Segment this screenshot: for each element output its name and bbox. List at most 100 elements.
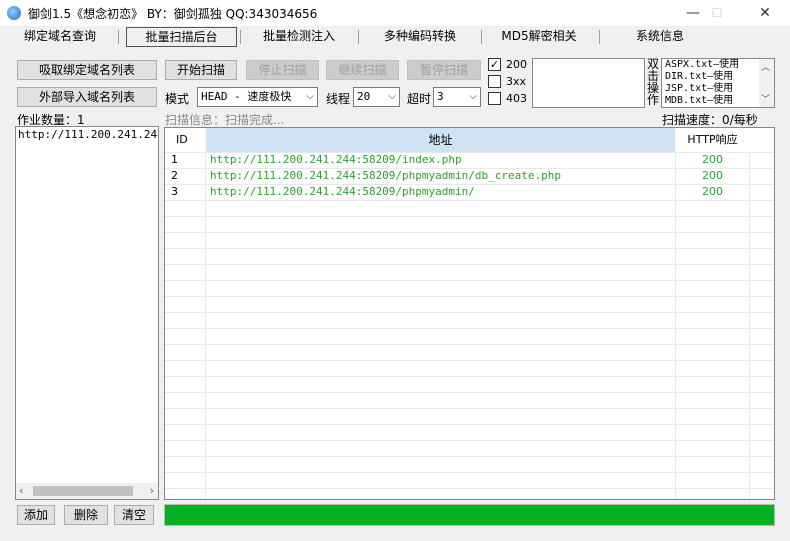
stop-scan-button[interactable]: 停止扫描: [246, 60, 319, 80]
tab-separator: [240, 30, 241, 44]
row-url: http://111.200.241.244:58209/phpmyadmin/: [210, 185, 475, 198]
table-row[interactable]: 2 http://111.200.241.244:58209/phpmyadmi…: [165, 168, 774, 184]
filter-3xx-checkbox[interactable]: [488, 75, 501, 88]
job-count-text: 作业数量：: [17, 113, 78, 127]
dict-hint-label: 双击操作: [647, 57, 660, 107]
delete-button[interactable]: 删除: [64, 505, 108, 525]
chevron-down-icon[interactable]: ﹀: [761, 92, 770, 105]
timeout-label: 超时: [407, 92, 432, 106]
pause-scan-button[interactable]: 暂停扫描: [407, 60, 481, 80]
filter-200-checkbox[interactable]: ✓: [488, 58, 501, 71]
dict-item[interactable]: DIR.txt—使用: [665, 71, 739, 83]
column-header-url[interactable]: 地址: [206, 128, 675, 152]
grid-line: [165, 360, 774, 361]
grid-line: [165, 472, 774, 473]
table-row[interactable]: 3 http://111.200.241.244:58209/phpmyadmi…: [165, 184, 774, 200]
filter-403-label: 403: [506, 92, 527, 105]
scan-progress-bar: [164, 504, 775, 526]
scan-info-label: 扫描信息：: [165, 113, 226, 127]
grid-line: [165, 280, 774, 281]
table-header: ID 地址 HTTP响应: [165, 128, 774, 152]
scan-info-value: 扫描完成...: [225, 113, 285, 127]
grid-line: [165, 408, 774, 409]
row-id: 3: [171, 185, 178, 198]
grid-line: [165, 200, 774, 201]
grid-line: [165, 344, 774, 345]
mode-label: 模式: [165, 92, 190, 106]
scroll-thumb[interactable]: [33, 486, 133, 496]
job-count-value: 1: [77, 113, 85, 127]
clear-button[interactable]: 清空: [114, 505, 154, 525]
tab-separator: [358, 30, 359, 44]
add-button[interactable]: 添加: [17, 505, 55, 525]
dict-scrollbar[interactable]: ︿ ﹀: [759, 59, 774, 107]
absorb-domains-button[interactable]: 吸取绑定域名列表: [17, 60, 157, 80]
filter-403-checkbox[interactable]: [488, 92, 501, 105]
tab-domain-query[interactable]: 绑定域名查询: [12, 26, 108, 48]
grid-line: [165, 488, 774, 489]
tab-system-info[interactable]: 系统信息: [610, 26, 710, 48]
tab-batch-scan[interactable]: 批量扫描后台: [126, 27, 237, 47]
start-scan-button[interactable]: 开始扫描: [165, 60, 237, 80]
tab-encoding[interactable]: 多种编码转换: [368, 26, 472, 48]
import-domains-button[interactable]: 外部导入域名列表: [17, 87, 157, 107]
grid-line: [165, 248, 774, 249]
filter-200-label: 200: [506, 58, 527, 71]
domain-list-item[interactable]: http://111.200.241.244:5: [18, 127, 158, 143]
domain-hscrollbar[interactable]: ‹ ›: [16, 483, 158, 499]
custom-path-textarea[interactable]: [532, 58, 645, 108]
grid-line: [165, 232, 774, 233]
tab-separator: [118, 30, 119, 44]
window-title: 御剑1.5《想念初恋》 BY：御剑孤独 QQ:343034656: [28, 7, 318, 21]
row-url: http://111.200.241.244:58209/index.php: [210, 153, 462, 166]
tab-separator: [481, 30, 482, 44]
domain-list[interactable]: http://111.200.241.244:5 ‹ ›: [15, 126, 159, 500]
tab-separator: [599, 30, 600, 44]
dictionary-list[interactable]: ASPX.txt—使用 DIR.txt—使用 JSP.txt—使用 MDB.tx…: [661, 58, 775, 108]
app-icon: [7, 6, 21, 20]
grid-line: [165, 456, 774, 457]
row-http: 200: [702, 153, 723, 166]
chevron-right-icon[interactable]: ›: [150, 483, 154, 499]
threads-select[interactable]: 20 ⌵: [353, 87, 400, 107]
dict-item[interactable]: ASPX.txt—使用: [665, 59, 739, 71]
grid-line: [165, 392, 774, 393]
grid-line: [165, 440, 774, 441]
dict-item[interactable]: JSP.txt—使用: [665, 83, 739, 95]
timeout-value: 3: [437, 90, 444, 103]
grid-line: [165, 264, 774, 265]
threads-label: 线程: [326, 92, 351, 106]
mode-value: HEAD - 速度极快: [201, 90, 292, 103]
row-http: 200: [702, 185, 723, 198]
tab-injection-check[interactable]: 批量检测注入: [250, 26, 348, 48]
chevron-down-icon: ⌵: [388, 91, 396, 102]
tab-bar: 绑定域名查询 批量扫描后台 批量检测注入 多种编码转换 MD5解密相关 系统信息: [0, 26, 790, 48]
row-url: http://111.200.241.244:58209/phpmyadmin/…: [210, 169, 561, 182]
grid-line: [165, 216, 774, 217]
grid-line: [165, 376, 774, 377]
maximize-icon[interactable]: ☐: [694, 0, 740, 26]
timeout-select[interactable]: 3 ⌵: [433, 87, 481, 107]
chevron-down-icon: ⌵: [469, 91, 477, 102]
threads-value: 20: [357, 90, 371, 103]
scan-progress-fill: [165, 505, 774, 525]
continue-scan-button[interactable]: 继续扫描: [326, 60, 399, 80]
dict-item[interactable]: MDB.txt—使用: [665, 95, 739, 107]
mode-select[interactable]: HEAD - 速度极快 ⌵: [197, 87, 318, 107]
scan-speed-value: 0/每秒: [722, 113, 758, 127]
results-table[interactable]: ID 地址 HTTP响应 1 http://111.200.241.244:58…: [164, 127, 775, 500]
row-http: 200: [702, 169, 723, 182]
chevron-up-icon[interactable]: ︿: [761, 60, 770, 73]
table-row[interactable]: 1 http://111.200.241.244:58209/index.php…: [165, 152, 774, 168]
row-id: 2: [171, 169, 178, 182]
chevron-left-icon[interactable]: ‹: [19, 483, 23, 499]
column-header-id[interactable]: ID: [165, 128, 205, 152]
grid-line: [165, 328, 774, 329]
chevron-down-icon: ⌵: [306, 91, 314, 102]
grid-line: [165, 312, 774, 313]
grid-line: [165, 424, 774, 425]
scan-speed: 扫描速度：0/每秒: [662, 111, 758, 128]
tab-md5[interactable]: MD5解密相关: [490, 26, 588, 48]
column-header-http[interactable]: HTTP响应: [676, 128, 749, 152]
close-icon[interactable]: ✕: [742, 0, 788, 26]
